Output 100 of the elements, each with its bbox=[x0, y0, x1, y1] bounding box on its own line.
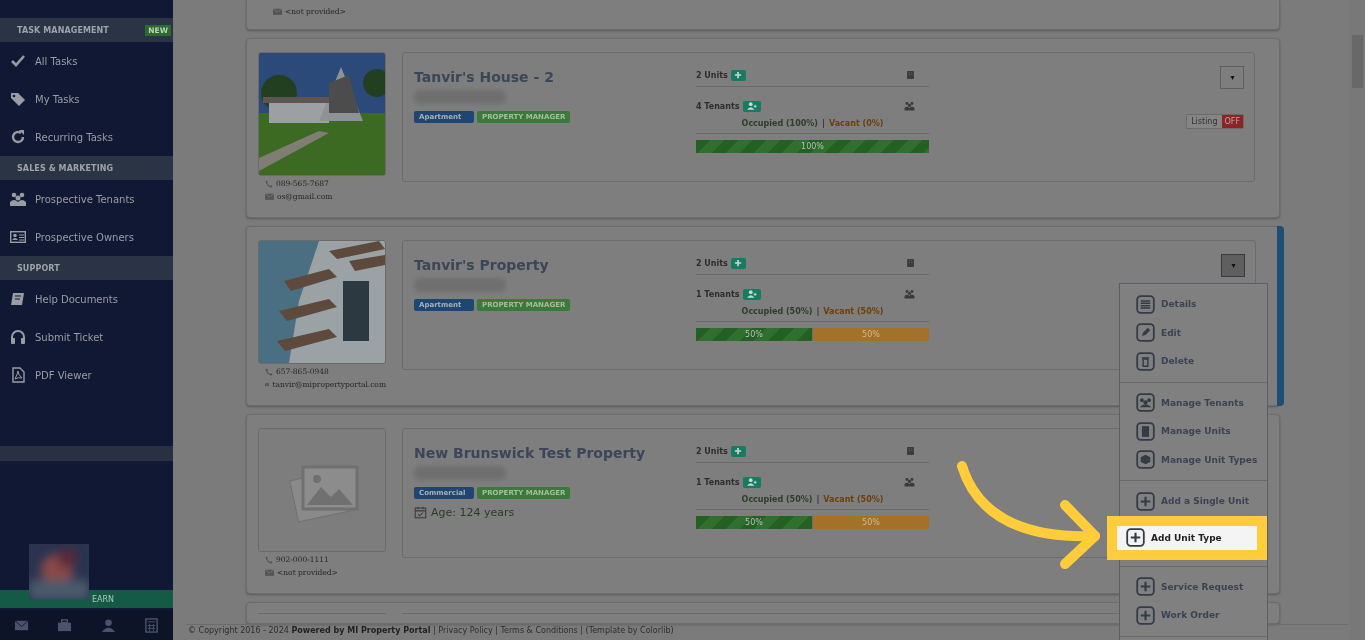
footer-text: © Copyright 2016 - 2024 Powered by MI Property Portal | Privacy Policy | Terms & Conditions | (Template by Colorlib) bbox=[186, 624, 1348, 635]
separator-text: | bbox=[816, 495, 820, 504]
separator-text: | bbox=[816, 307, 820, 316]
nav-link[interactable]: All Tasks bbox=[35, 55, 78, 67]
phone-icon bbox=[265, 367, 273, 376]
tag-icon bbox=[10, 91, 26, 107]
nav-link[interactable]: Prospective Owners bbox=[35, 231, 134, 243]
dropdown-button[interactable] bbox=[1220, 66, 1244, 89]
add-unit-button[interactable] bbox=[730, 257, 746, 269]
caret-icon bbox=[1228, 75, 1236, 80]
section-heading: SUPPORT bbox=[17, 263, 60, 273]
add-user-icon bbox=[745, 101, 758, 111]
section-heading: SALES & MARKETING bbox=[17, 163, 114, 173]
occupied-text: Occupied (100%) bbox=[741, 119, 818, 128]
mail-icon[interactable] bbox=[14, 617, 30, 633]
listing-state: OFF bbox=[1221, 115, 1243, 128]
add-user-icon bbox=[745, 477, 758, 487]
id-card-icon bbox=[10, 229, 26, 245]
add-tenant-button[interactable] bbox=[742, 100, 761, 112]
phone-icon bbox=[265, 555, 273, 564]
dropdown-button[interactable] bbox=[1221, 254, 1245, 277]
progress-segment: 100% bbox=[696, 140, 929, 153]
building-icon bbox=[906, 446, 915, 456]
mail-icon bbox=[265, 192, 274, 201]
check-icon bbox=[10, 53, 26, 69]
progress-segment: 50% bbox=[813, 328, 929, 341]
nav-link[interactable]: My Tasks bbox=[35, 93, 80, 105]
building-icon bbox=[1136, 421, 1155, 441]
plus-icon bbox=[1136, 491, 1155, 511]
user-icon[interactable] bbox=[100, 617, 116, 633]
add-user-icon bbox=[745, 289, 758, 299]
plus-icon bbox=[733, 446, 744, 456]
plus-icon bbox=[1136, 577, 1155, 597]
cube-icon bbox=[1136, 450, 1155, 470]
earn-link[interactable]: EARN bbox=[92, 594, 115, 604]
menu-item[interactable]: Details bbox=[1120, 290, 1267, 319]
occupied-text: Occupied (50%) bbox=[741, 495, 813, 504]
add-unit-button[interactable] bbox=[730, 445, 746, 457]
mail-icon bbox=[273, 7, 282, 16]
users-icon bbox=[904, 477, 915, 487]
units-count: 2 Units bbox=[696, 258, 728, 268]
listing-label: Listing bbox=[1187, 115, 1222, 128]
headphones-icon bbox=[10, 329, 26, 345]
plus-icon bbox=[1126, 528, 1145, 547]
briefcase-icon[interactable] bbox=[57, 617, 73, 633]
users-icon bbox=[1136, 393, 1155, 413]
nav-link[interactable]: Recurring Tasks bbox=[35, 131, 113, 143]
calculator-icon[interactable] bbox=[143, 617, 159, 633]
vacant-text: Vacant (50%) bbox=[823, 495, 884, 504]
users-icon bbox=[904, 101, 915, 111]
add-tenant-button[interactable] bbox=[742, 476, 761, 488]
phone-icon bbox=[265, 179, 273, 188]
tenants-count: 4 Tenants bbox=[696, 101, 740, 111]
plus-icon bbox=[733, 70, 744, 80]
property-title[interactable]: Tanvir's Property bbox=[414, 257, 696, 273]
pencil-icon bbox=[1136, 323, 1155, 343]
mail-icon bbox=[265, 380, 270, 389]
menu-item[interactable]: Add a Single Unit bbox=[1120, 487, 1267, 516]
nav-link[interactable]: Prospective Tenants bbox=[35, 193, 135, 205]
property-title[interactable]: Tanvir's House - 2 bbox=[414, 69, 696, 85]
nav-link[interactable]: Help Documents bbox=[35, 293, 118, 305]
vacant-text: Vacant (0%) bbox=[828, 119, 884, 128]
menu-item[interactable]: Delete bbox=[1120, 347, 1267, 376]
list-icon bbox=[1136, 294, 1155, 314]
trash-icon bbox=[1136, 351, 1155, 371]
plus-icon bbox=[733, 258, 744, 268]
menu-item[interactable]: Manage Unit Types bbox=[1120, 445, 1267, 474]
nav-link[interactable]: PDF Viewer bbox=[35, 369, 92, 381]
building-icon bbox=[906, 70, 915, 80]
progress-segment: 50% bbox=[696, 516, 812, 529]
property-title[interactable]: New Brunswick Test Property bbox=[414, 445, 696, 461]
refresh-icon bbox=[10, 129, 26, 145]
units-count: 2 Units bbox=[696, 446, 728, 456]
listing-toggle[interactable]: Listing OFF bbox=[1186, 114, 1244, 129]
users-icon bbox=[904, 289, 915, 299]
progress-segment: 50% bbox=[813, 516, 929, 529]
building-icon bbox=[906, 258, 915, 268]
add-unit-button[interactable] bbox=[730, 69, 746, 81]
section-heading: TASK MANAGEMENT bbox=[17, 25, 109, 35]
tenants-count: 1 Tenants bbox=[696, 477, 740, 487]
separator-text: | bbox=[822, 119, 825, 128]
property-age: Age: 124 years bbox=[431, 506, 515, 519]
menu-item[interactable]: Edit bbox=[1120, 318, 1267, 347]
plus-icon bbox=[1136, 605, 1155, 625]
units-count: 2 Units bbox=[696, 70, 728, 80]
pdf-file-icon bbox=[10, 367, 26, 383]
nav-link[interactable]: Submit Ticket bbox=[35, 331, 104, 343]
tenants-count: 1 Tenants bbox=[696, 289, 740, 299]
menu-item[interactable]: Manage Units bbox=[1120, 417, 1267, 446]
mail-icon bbox=[265, 568, 274, 577]
add-tenant-button[interactable] bbox=[742, 288, 761, 300]
menu-item[interactable]: Manage Tenants bbox=[1120, 388, 1267, 417]
vacant-text: Vacant (50%) bbox=[823, 307, 884, 316]
book-icon bbox=[10, 291, 26, 307]
menu-item[interactable]: Service Request bbox=[1120, 572, 1267, 601]
users-icon bbox=[10, 191, 26, 207]
caret-icon bbox=[1229, 263, 1237, 268]
progress-segment: 50% bbox=[696, 328, 812, 341]
calendar-icon bbox=[414, 506, 427, 519]
occupied-text: Occupied (50%) bbox=[741, 307, 813, 316]
